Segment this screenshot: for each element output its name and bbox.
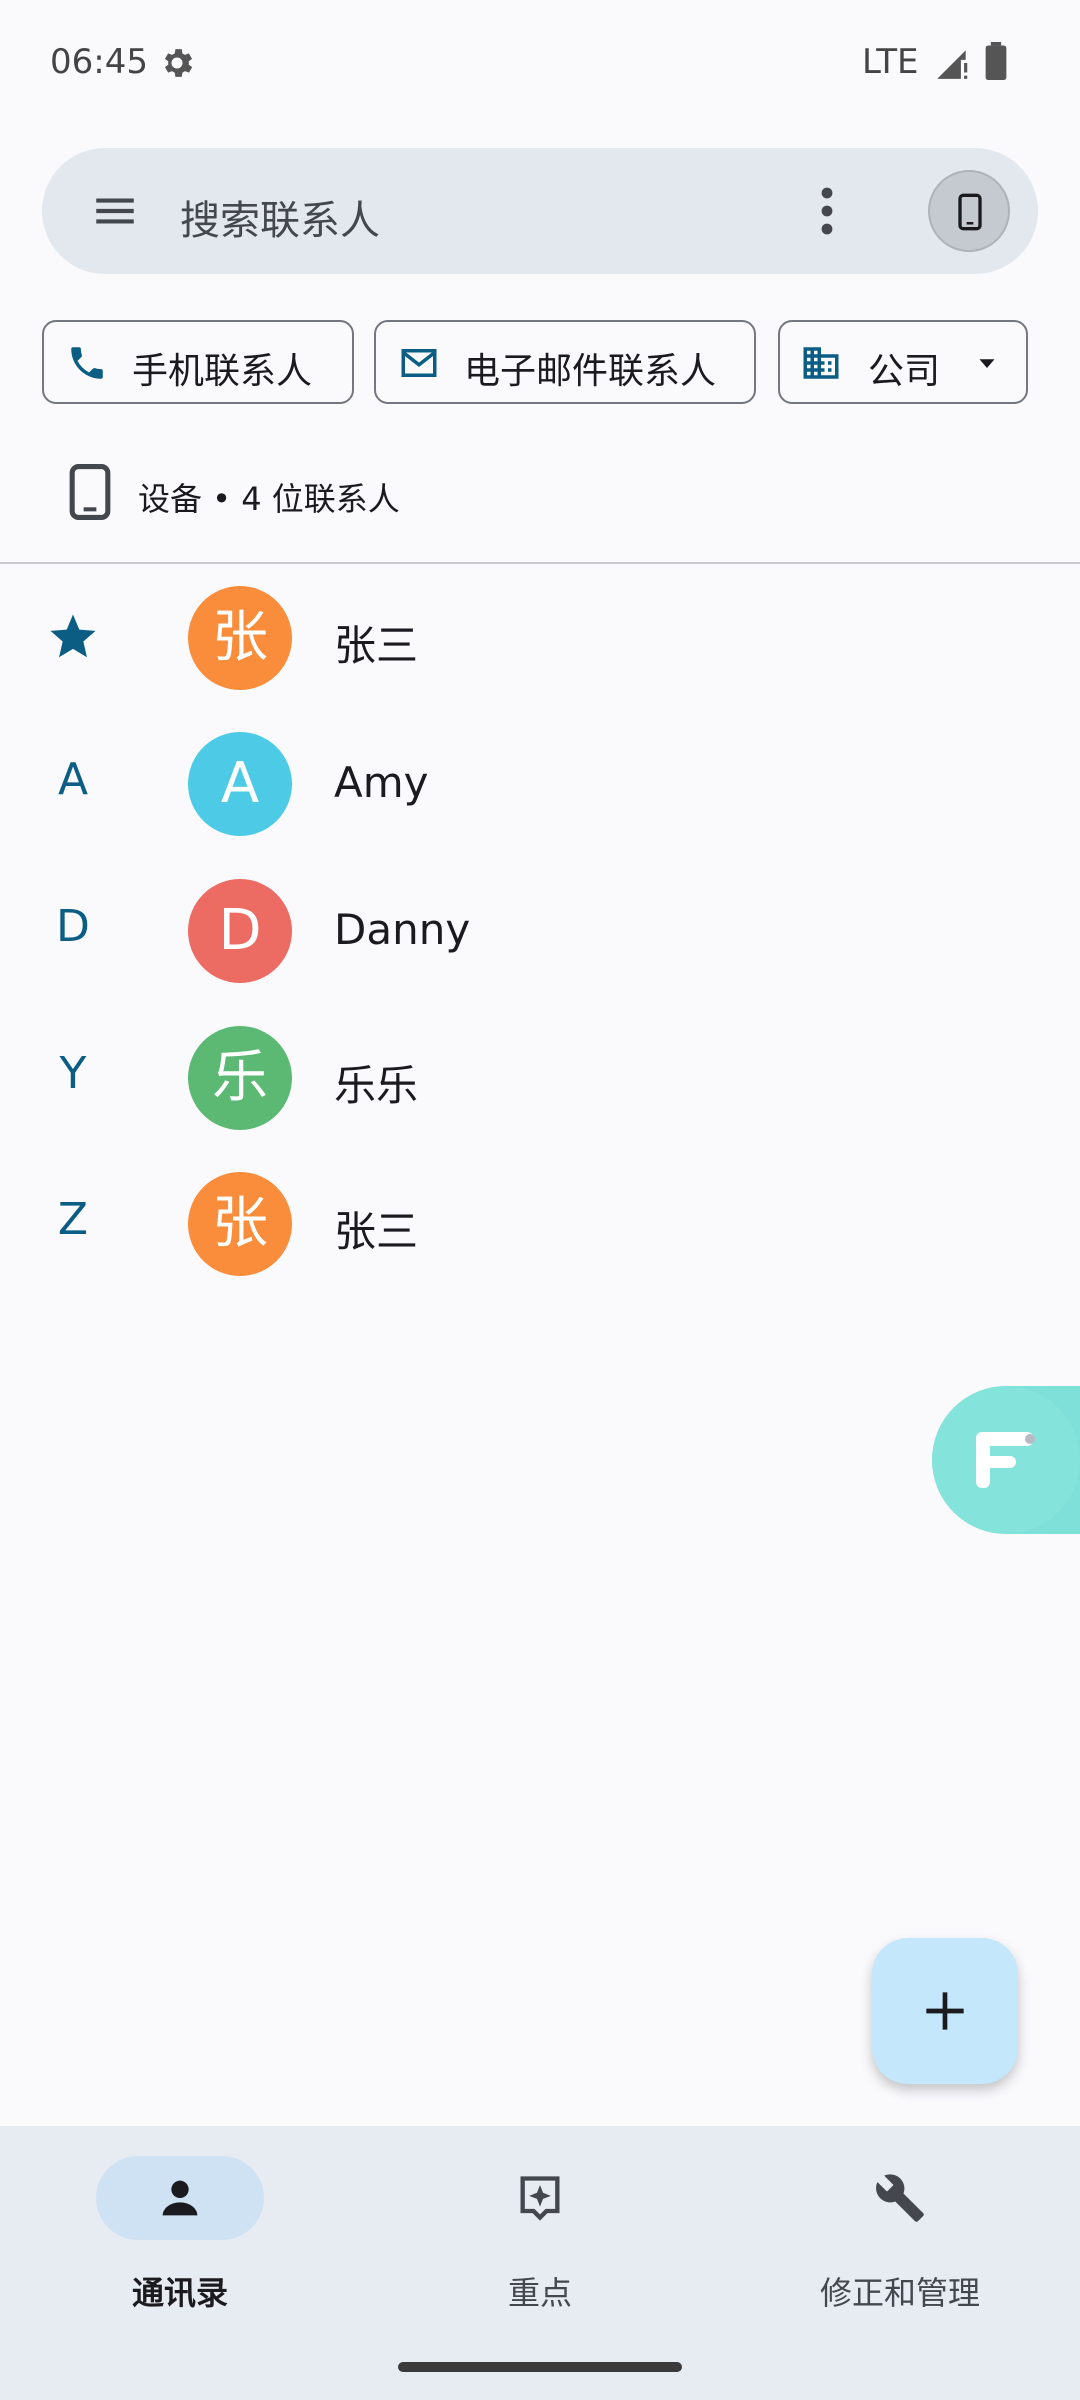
avatar: A: [188, 732, 292, 836]
more-options-icon[interactable]: [812, 184, 842, 238]
network-type: LTE: [862, 42, 919, 82]
assistant-logo-icon: [976, 1432, 1035, 1488]
section-letter: Z: [57, 1194, 89, 1245]
person-icon: [162, 2180, 198, 2216]
account-avatar-button[interactable]: [928, 170, 1010, 252]
chip-label: 电子邮件联系人: [464, 351, 717, 392]
settings-gear-icon: [164, 49, 193, 77]
status-time: 06:45: [50, 42, 148, 82]
phone-device-icon: [958, 193, 982, 231]
contact-name: Amy: [334, 758, 429, 807]
add-contact-button[interactable]: [872, 1938, 1018, 2084]
home-indicator[interactable]: [398, 2362, 682, 2372]
chip-label: 公司: [868, 351, 941, 392]
nav-label: 修正和管理: [819, 2274, 980, 2312]
device-icon: [69, 464, 111, 520]
contact-row[interactable]: 张 张三: [0, 564, 1080, 710]
account-summary: 设备 • 4 位联系人: [138, 480, 400, 518]
contact-name: 张三: [334, 621, 419, 670]
section-letter: A: [57, 754, 89, 805]
floating-assistant-button[interactable]: [932, 1386, 1080, 1534]
nav-label: 重点: [507, 2274, 572, 2312]
star-icon: [50, 614, 96, 658]
chip-email-contacts[interactable]: 电子邮件联系人: [374, 320, 756, 404]
phone-icon: [71, 347, 103, 379]
avatar: 乐: [188, 1026, 292, 1130]
search-bar[interactable]: 搜索联系人: [42, 148, 1038, 274]
wrench-icon: [876, 2174, 924, 2222]
contact-name: 张三: [334, 1207, 419, 1256]
plus-icon: [926, 1992, 964, 2030]
highlights-icon: [520, 2176, 560, 2221]
contact-name: Danny: [334, 905, 471, 954]
chip-phone-contacts[interactable]: 手机联系人: [42, 320, 354, 404]
chip-company-dropdown[interactable]: 公司: [778, 320, 1028, 404]
contact-name: 乐乐: [334, 1061, 419, 1110]
bottom-navigation: 通讯录 重点 修正和管理: [0, 2126, 1080, 2400]
search-input[interactable]: 搜索联系人: [180, 188, 380, 246]
avatar: D: [188, 879, 292, 983]
avatar: 张: [188, 586, 292, 690]
nav-fix-manage[interactable]: 修正和管理: [720, 2156, 1080, 2316]
dropdown-arrow-icon: [979, 359, 995, 368]
section-letter: D: [56, 901, 90, 952]
menu-icon[interactable]: [90, 186, 140, 236]
avatar: 张: [188, 1172, 292, 1276]
mail-icon: [401, 349, 437, 377]
nav-label: 通讯录: [131, 2274, 228, 2312]
account-header: 设备 • 4 位联系人: [0, 440, 1080, 560]
signal-icon: [937, 50, 968, 79]
contact-row[interactable]: Y 乐 乐乐: [0, 1004, 1080, 1150]
building-icon: [803, 347, 839, 379]
contact-row[interactable]: Z 张 张三: [0, 1150, 1080, 1296]
section-letter: Y: [59, 1048, 87, 1099]
nav-highlights[interactable]: 重点: [360, 2156, 720, 2316]
status-bar: 06:45 LTE: [0, 0, 1080, 130]
contact-row[interactable]: D D Danny: [0, 857, 1080, 1003]
contact-row[interactable]: A A Amy: [0, 710, 1080, 856]
nav-contacts[interactable]: 通讯录: [0, 2156, 360, 2316]
chip-label: 手机联系人: [132, 351, 313, 392]
battery-icon: [985, 42, 1007, 80]
